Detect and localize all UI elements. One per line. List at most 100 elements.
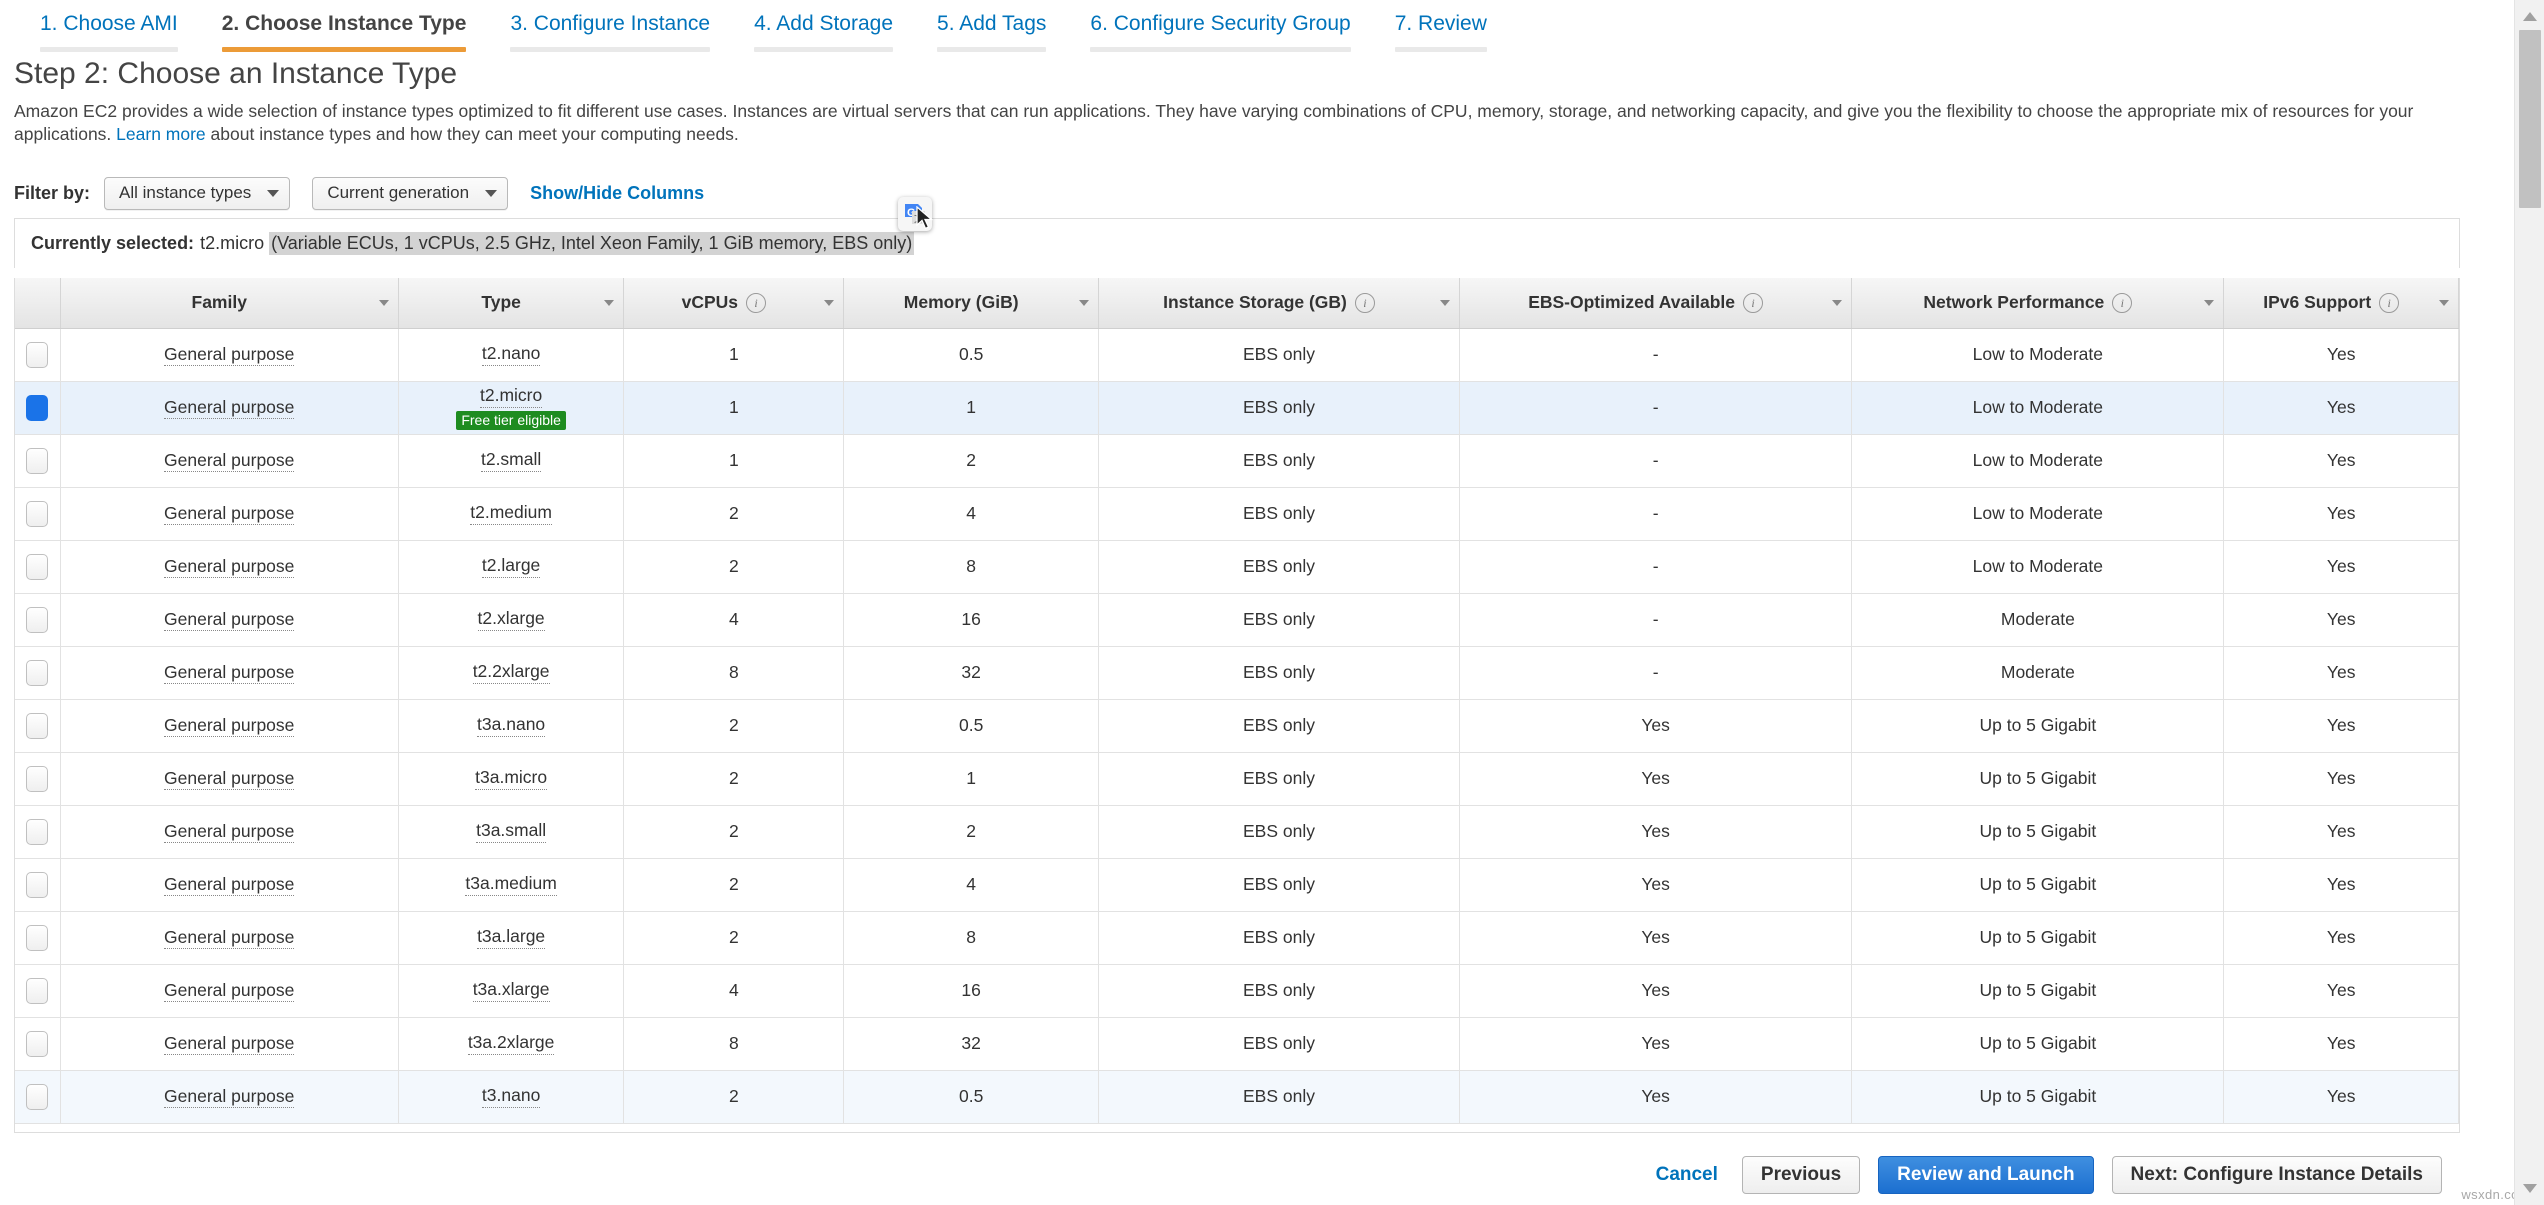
row-select-cell[interactable]	[15, 540, 61, 594]
table-row[interactable]: General purpose t3a.2xlarge 8 32 EBS only Yes…	[15, 1017, 2459, 1071]
row-select-cell[interactable]	[15, 381, 61, 435]
sort-chevron-down-icon[interactable]	[1832, 299, 1843, 306]
row-select-cell[interactable]	[15, 964, 61, 1018]
previous-button[interactable]: Previous	[1741, 1155, 1861, 1194]
sort-chevron-down-icon[interactable]	[2439, 299, 2449, 306]
instance-types-table-container[interactable]: Family Type vCPUs i Memory (GiB) Instance Sto…	[14, 278, 2460, 1133]
table-row[interactable]: General purpose t3a.medium 2 4 EBS only Yes Up…	[15, 858, 2459, 912]
table-row[interactable]: General purpose t2.nano 1 0.5 EBS only - Low t…	[15, 328, 2459, 382]
row-checkbox[interactable]	[26, 659, 49, 686]
row-checkbox[interactable]	[26, 871, 49, 898]
wizard-tab-3[interactable]: 3. Configure Instance	[488, 0, 732, 52]
table-row[interactable]: General purpose t3a.nano 2 0.5 EBS only Yes Up…	[15, 699, 2459, 753]
wizard-tab-5[interactable]: 5. Add Tags	[915, 0, 1068, 52]
sort-chevron-down-icon[interactable]	[2204, 299, 2215, 306]
row-select-cell[interactable]	[15, 805, 61, 859]
wizard-tab-4[interactable]: 4. Add Storage	[732, 0, 915, 52]
cancel-button[interactable]: Cancel	[1650, 1164, 1724, 1186]
cell-ipv6-support: Yes	[2223, 593, 2459, 647]
table-row[interactable]: General purpose t3a.xlarge 4 16 EBS only Yes U…	[15, 964, 2459, 1018]
cell-memory: 1	[843, 752, 1100, 806]
table-row[interactable]: General purpose t3a.micro 2 1 EBS only Yes Up …	[15, 752, 2459, 806]
row-checkbox[interactable]	[26, 924, 49, 951]
info-icon[interactable]: i	[1354, 292, 1375, 313]
row-select-cell[interactable]	[15, 487, 61, 541]
sort-chevron-down-icon[interactable]	[1079, 299, 1090, 306]
table-row[interactable]: General purpose t2.micro Free tier eligibl…	[15, 381, 2459, 435]
table-header-network-performance[interactable]: Network Performance i	[1851, 278, 2225, 329]
row-checkbox[interactable]	[26, 1083, 49, 1110]
google-translate-icon[interactable]: G 文	[898, 197, 932, 231]
table-row[interactable]: General purpose t2.large 2 8 EBS only - Low to…	[15, 540, 2459, 594]
row-select-cell[interactable]	[15, 1070, 61, 1124]
row-select-cell[interactable]	[15, 434, 61, 488]
row-checkbox[interactable]	[26, 394, 49, 421]
learn-more-link[interactable]: Learn more	[116, 124, 206, 144]
row-checkbox[interactable]	[26, 500, 49, 527]
cell-ipv6-support: Yes	[2223, 964, 2459, 1018]
row-select-cell[interactable]	[15, 328, 61, 382]
row-select-cell[interactable]	[15, 593, 61, 647]
review-and-launch-button[interactable]: Review and Launch	[1878, 1155, 2094, 1194]
cell-type: t3a.small	[398, 805, 625, 859]
row-checkbox[interactable]	[26, 977, 49, 1004]
page-scrollbar[interactable]	[2514, 0, 2544, 1205]
currently-selected-type: t2.micro	[200, 233, 265, 253]
table-row[interactable]: General purpose t2.xlarge 4 16 EBS only - Mode…	[15, 593, 2459, 647]
scrollbar-thumb[interactable]	[2519, 30, 2541, 208]
instance-types-filter-select[interactable]: All instance types	[104, 176, 291, 210]
scroll-up-arrow-icon[interactable]	[2522, 12, 2537, 21]
row-checkbox[interactable]	[26, 341, 49, 368]
table-header-ipv6-support[interactable]: IPv6 Support i	[2223, 278, 2459, 329]
row-checkbox[interactable]	[26, 765, 49, 792]
row-checkbox[interactable]	[26, 606, 49, 633]
table-row[interactable]: General purpose t3a.large 2 8 EBS only Yes Up …	[15, 911, 2459, 965]
next-configure-instance-details-button[interactable]: Next: Configure Instance Details	[2111, 1155, 2442, 1194]
row-checkbox[interactable]	[26, 818, 49, 845]
row-select-cell[interactable]	[15, 699, 61, 753]
info-icon[interactable]: i	[2379, 292, 2400, 313]
row-checkbox[interactable]	[26, 447, 49, 474]
currently-selected-label: Currently selected:	[31, 233, 195, 253]
wizard-tab-7[interactable]: 7. Review	[1373, 0, 1509, 52]
table-header-memory-gib[interactable]: Memory (GiB)	[843, 278, 1100, 329]
generation-filter-select[interactable]: Current generation	[312, 176, 509, 210]
table-row[interactable]: General purpose t3.nano 2 0.5 EBS only Yes Up …	[15, 1070, 2459, 1124]
wizard-tab-2[interactable]: 2. Choose Instance Type	[200, 0, 489, 52]
show-hide-columns-link[interactable]: Show/Hide Columns	[530, 183, 704, 204]
cell-memory: 16	[843, 593, 1100, 647]
row-checkbox[interactable]	[26, 712, 49, 739]
table-header-family[interactable]: Family	[60, 278, 399, 329]
scroll-down-arrow-icon[interactable]	[2522, 1184, 2537, 1193]
info-icon[interactable]: i	[2112, 292, 2133, 313]
table-row[interactable]: General purpose t2.medium 2 4 EBS only - Low t…	[15, 487, 2459, 541]
sort-chevron-down-icon[interactable]	[378, 299, 389, 306]
table-row[interactable]: General purpose t2.small 1 2 EBS only - Low to…	[15, 434, 2459, 488]
table-header-type[interactable]: Type	[398, 278, 625, 329]
cell-family: General purpose	[60, 805, 399, 859]
table-row[interactable]: General purpose t2.2xlarge 8 32 EBS only - Mod…	[15, 646, 2459, 700]
cell-vcpus: 4	[623, 964, 845, 1018]
info-icon[interactable]: i	[746, 292, 767, 313]
row-select-cell[interactable]	[15, 911, 61, 965]
row-checkbox[interactable]	[26, 553, 49, 580]
row-checkbox[interactable]	[26, 1030, 49, 1057]
row-select-cell[interactable]	[15, 752, 61, 806]
type-stack: t2.2xlarge	[405, 661, 618, 684]
info-icon[interactable]: i	[1743, 292, 1763, 313]
table-row[interactable]: General purpose t3a.small 2 2 EBS only Yes Up …	[15, 805, 2459, 859]
row-select-cell[interactable]	[15, 646, 61, 700]
table-header-vcpus[interactable]: vCPUs i	[623, 278, 845, 329]
table-header-ebs-optimized-available[interactable]: EBS-Optimized Available i	[1459, 278, 1853, 329]
sort-chevron-down-icon[interactable]	[1439, 299, 1450, 306]
wizard-tab-label: 4. Add Storage	[754, 12, 894, 35]
sort-chevron-down-icon[interactable]	[604, 299, 615, 306]
sort-chevron-down-icon[interactable]	[824, 299, 835, 306]
row-select-cell[interactable]	[15, 858, 61, 912]
wizard-tab-1[interactable]: 1. Choose AMI	[18, 0, 200, 52]
family-value: General purpose	[164, 609, 295, 631]
table-header-instance-storage-gb[interactable]: Instance Storage (GB) i	[1098, 278, 1460, 329]
cell-network-performance: Moderate	[1851, 593, 2225, 647]
wizard-tab-6[interactable]: 6. Configure Security Group	[1068, 0, 1372, 52]
row-select-cell[interactable]	[15, 1017, 61, 1071]
